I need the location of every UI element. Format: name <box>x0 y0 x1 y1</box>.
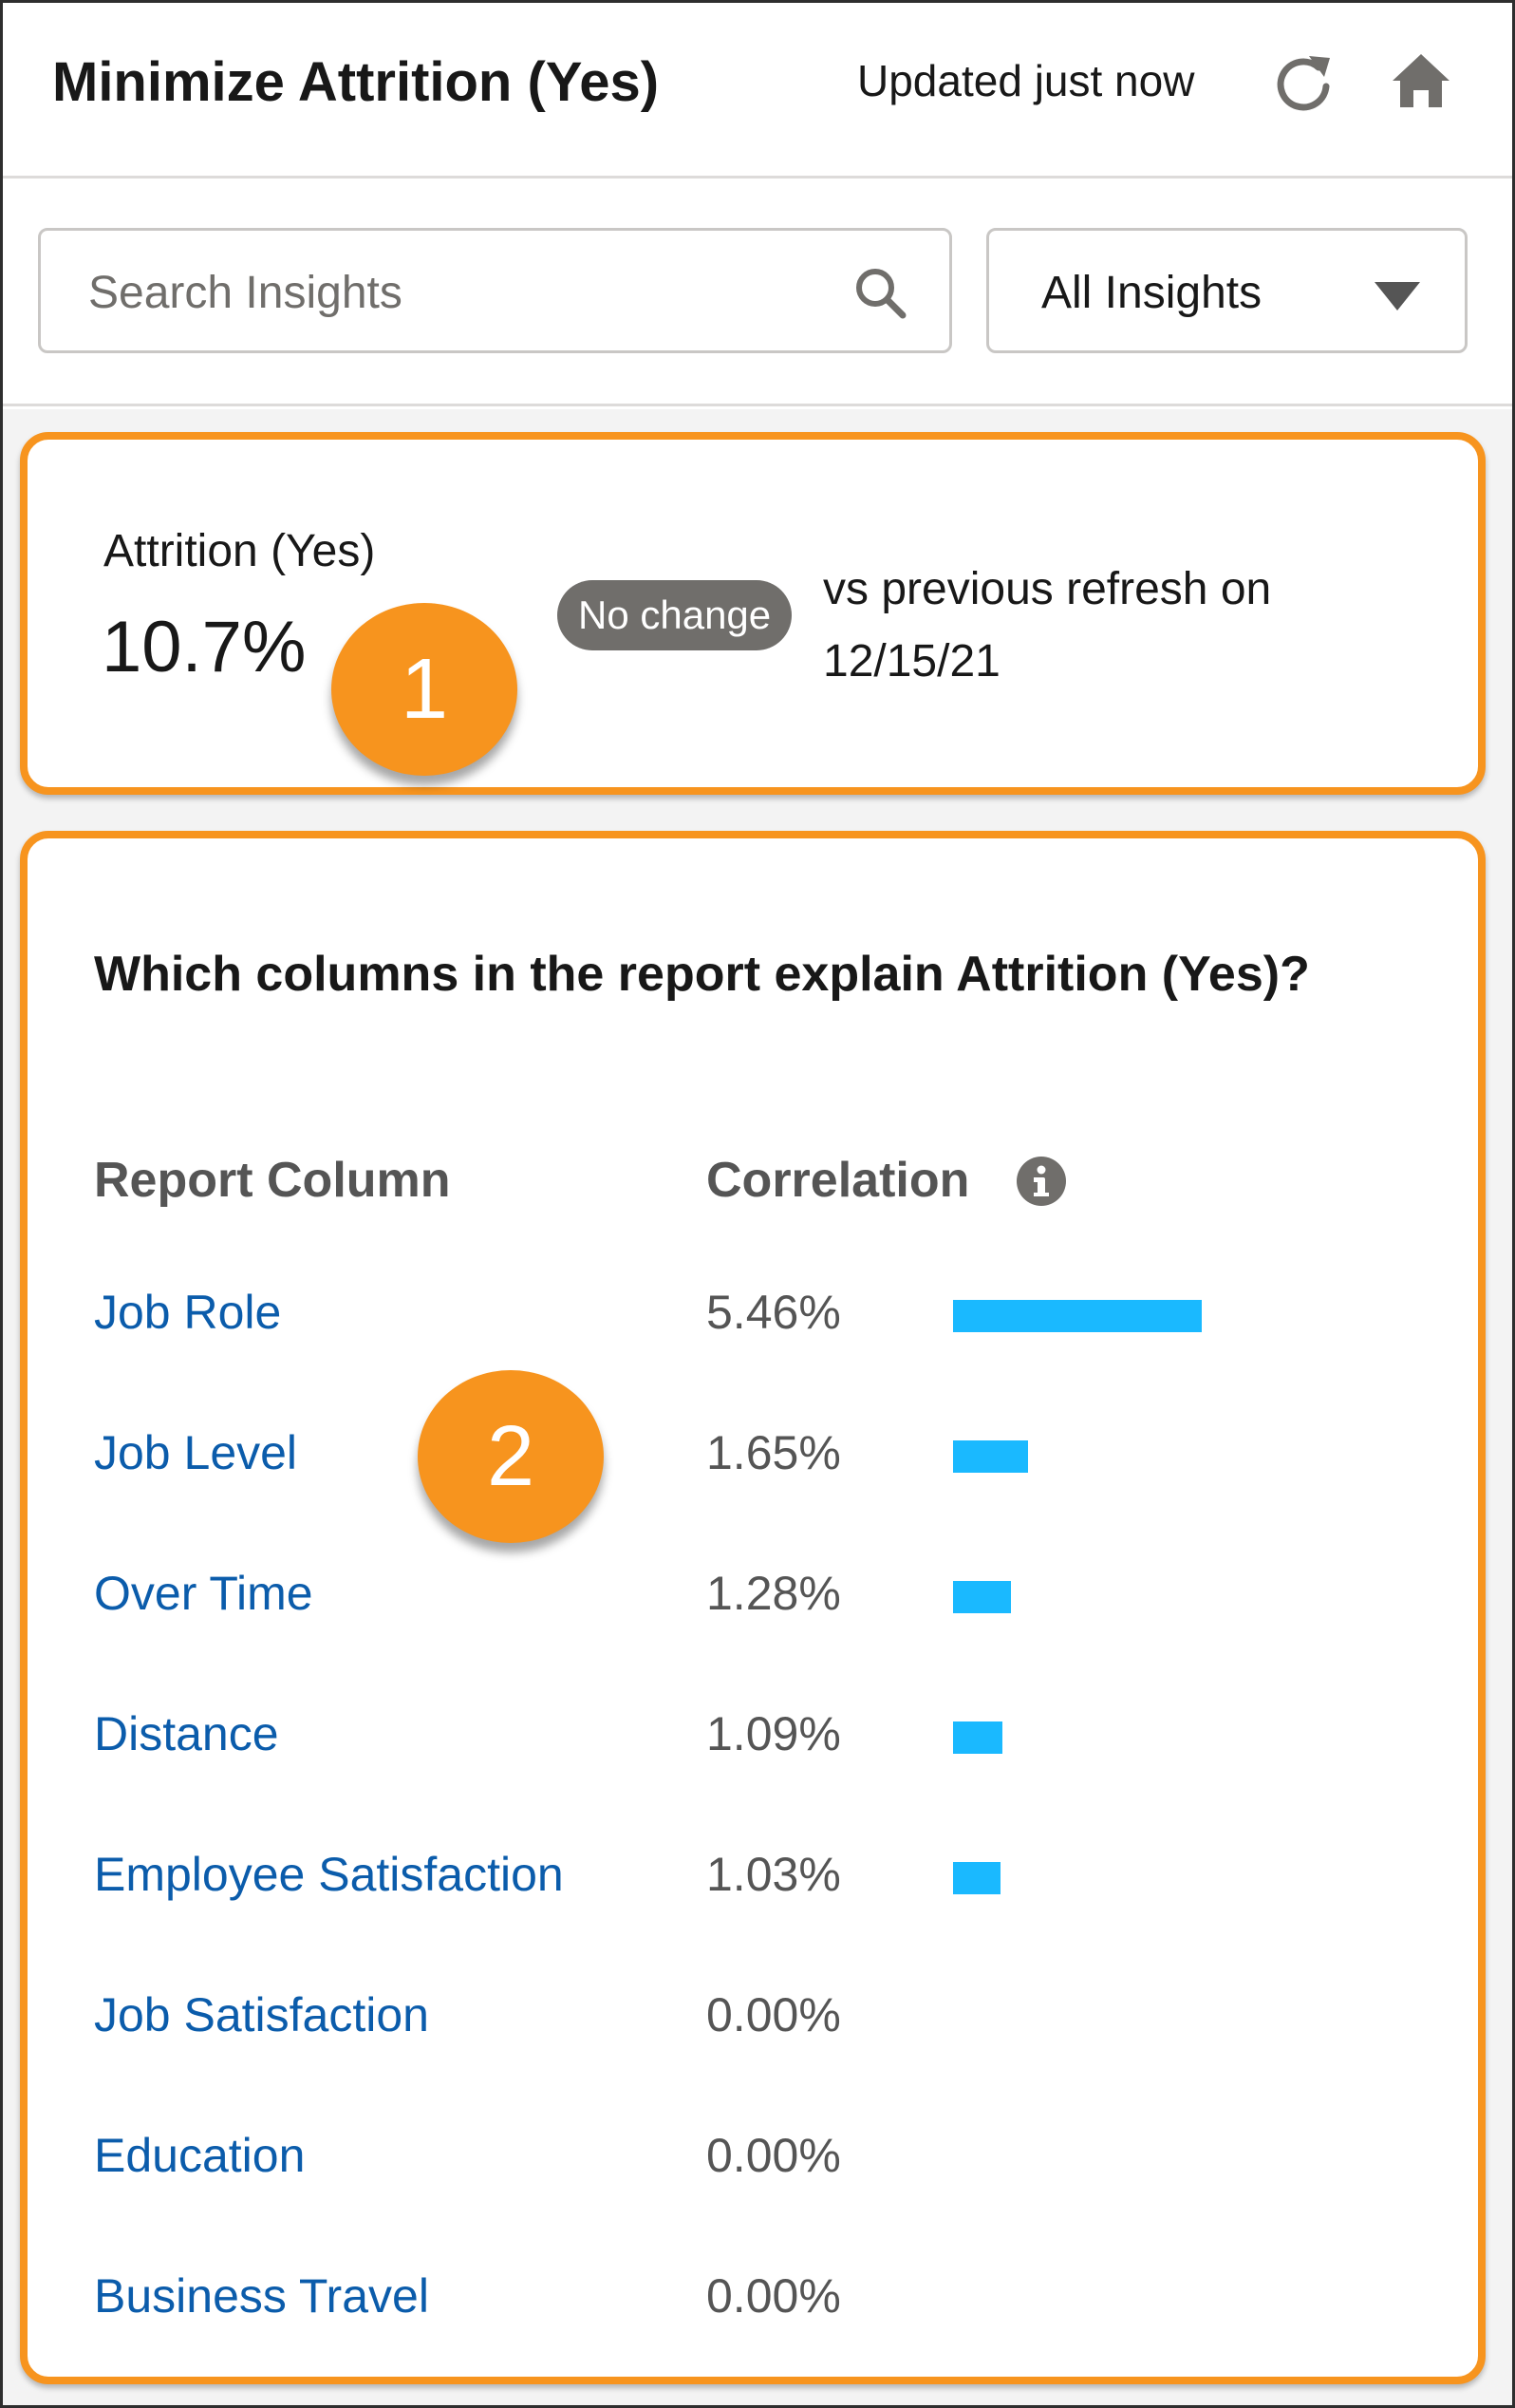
report-column-link[interactable]: Job Satisfaction <box>94 1987 429 2042</box>
report-column-link[interactable]: Business Travel <box>94 2268 429 2323</box>
correlation-value: 1.65% <box>706 1426 841 1479</box>
table-row: Business Travel 0.00% <box>28 2268 1478 2344</box>
correlation-value: 5.46% <box>706 1286 841 1339</box>
search-field[interactable] <box>38 228 952 353</box>
table-row: Education 0.00% <box>28 2128 1478 2204</box>
report-column-link[interactable]: Distance <box>94 1706 279 1761</box>
correlation-bar <box>953 1862 1001 1894</box>
column-header-report-column: Report Column <box>94 1153 451 1208</box>
kpi-label: Attrition (Yes) <box>103 526 376 576</box>
report-column-link[interactable]: Job Level <box>94 1425 297 1480</box>
insights-panel: Minimize Attrition (Yes) Updated just no… <box>0 0 1515 2408</box>
report-column-link[interactable]: Over Time <box>94 1566 313 1621</box>
callout-marker-1: 1 <box>331 603 517 776</box>
callout-marker-2: 2 <box>418 1370 604 1543</box>
insight-card: Which columns in the report explain Attr… <box>20 831 1486 2384</box>
kpi-value: 10.7% <box>102 607 307 687</box>
refresh-button[interactable] <box>1275 48 1336 115</box>
page-title: Minimize Attrition (Yes) <box>52 51 660 113</box>
correlation-value: 1.09% <box>706 1707 841 1760</box>
correlation-value: 0.00% <box>706 2269 841 2323</box>
table-row: Job Level 1.65% <box>28 1425 1478 1501</box>
correlation-bar <box>953 1581 1011 1613</box>
correlation-value: 1.28% <box>706 1567 841 1620</box>
correlation-bar <box>953 1721 1002 1754</box>
correlation-bar <box>953 1440 1028 1473</box>
column-header-correlation: Correlation <box>706 1153 970 1208</box>
chevron-down-icon <box>1375 282 1420 310</box>
table-row: Job Role 5.46% <box>28 1285 1478 1361</box>
panel-header: Minimize Attrition (Yes) Updated just no… <box>3 3 1512 179</box>
table-row: Employee Satisfaction 1.03% <box>28 1847 1478 1923</box>
report-column-link[interactable]: Job Role <box>94 1285 281 1340</box>
home-button[interactable] <box>1389 48 1453 113</box>
insights-content: Attrition (Yes) 10.7% No change vs previ… <box>3 409 1512 2405</box>
search-icon <box>856 269 907 319</box>
search-input[interactable] <box>88 259 829 326</box>
report-column-link[interactable]: Education <box>94 2128 305 2183</box>
insights-filter-select[interactable]: All Insights <box>986 228 1468 353</box>
correlation-bar <box>953 1300 1202 1332</box>
correlation-value: 1.03% <box>706 1848 841 1901</box>
updated-status: Updated just now <box>857 56 1195 105</box>
comparison-text: vs previous refresh on 12/15/21 <box>823 564 1272 687</box>
correlation-value: 0.00% <box>706 1988 841 2041</box>
kpi-card: Attrition (Yes) 10.7% No change vs previ… <box>20 432 1486 795</box>
table-row: Distance 1.09% <box>28 1706 1478 1782</box>
search-toolbar: All Insights <box>3 179 1512 406</box>
home-icon <box>1393 54 1450 107</box>
table-row: Over Time 1.28% <box>28 1566 1478 1642</box>
refresh-icon <box>1277 56 1330 111</box>
report-column-link[interactable]: Employee Satisfaction <box>94 1847 564 1902</box>
filter-selected-value: All Insights <box>1041 268 1262 318</box>
table-row: Job Satisfaction 0.00% <box>28 1987 1478 2063</box>
correlation-value: 0.00% <box>706 2129 841 2182</box>
status-badge: No change <box>557 580 793 650</box>
info-icon[interactable] <box>1015 1155 1068 1208</box>
insight-question: Which columns in the report explain Attr… <box>94 947 1310 1002</box>
